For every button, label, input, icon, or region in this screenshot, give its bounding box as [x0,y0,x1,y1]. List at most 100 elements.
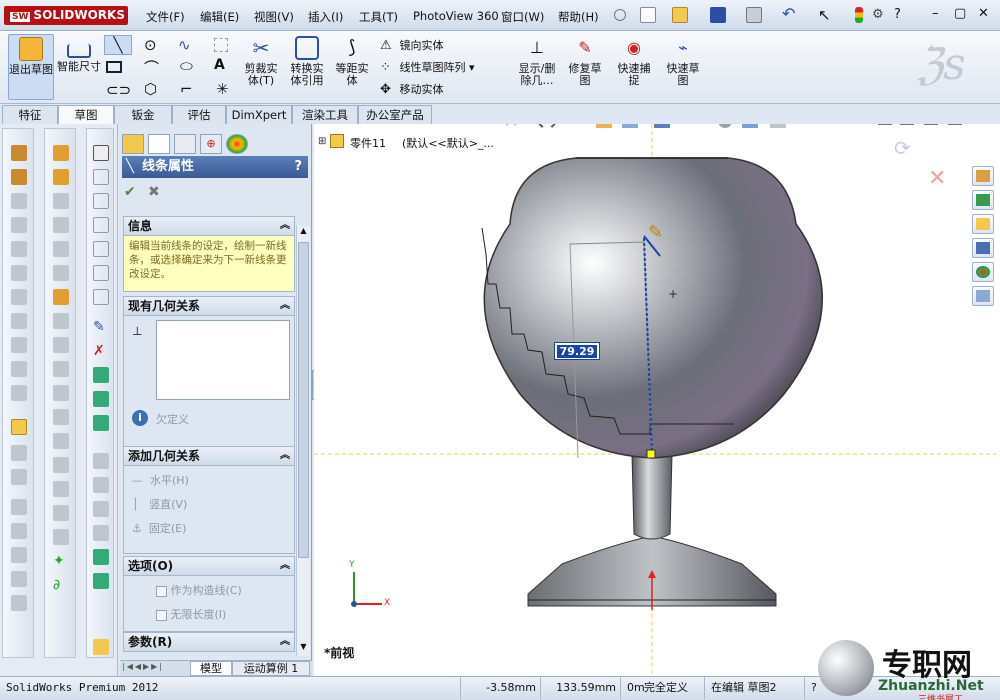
add-relation-icon[interactable]: ✦ [53,553,69,569]
box-3d-icon[interactable] [93,145,109,161]
tab-features[interactable]: 特征 [2,105,58,124]
save-block-icon[interactable] [93,415,109,431]
line-tool-icon[interactable]: ╲ [104,35,132,55]
move-entities-button[interactable]: ✥ 移动实体 [380,81,444,98]
solidworks-resources-icon[interactable] [972,166,994,186]
delete-face-icon[interactable] [53,433,69,449]
instant3d-icon[interactable] [11,469,27,485]
dome-icon[interactable] [11,499,27,515]
design-library-icon[interactable] [972,190,994,210]
graphics-area[interactable]: ✎ + ⊞ 零件11 (默认<<默认>_... ⤧ 🔍 🔎 👓 ✕ ⟳ ✕ 79… [314,124,1000,676]
menu-window[interactable]: 窗口(W) [501,9,544,25]
zoom-area-icon[interactable]: 🔍 [528,124,544,129]
quick-snaps-button[interactable]: ◉ 快速捕捉 [614,34,654,100]
model-canvas[interactable]: ✎ + [314,124,1000,676]
wrap-icon[interactable] [11,547,27,563]
filled-surface-icon[interactable] [53,265,69,281]
arc-tool-icon[interactable]: ⌒ [144,57,159,78]
tree-expand-icon[interactable]: ⊞ [318,136,326,147]
menu-help[interactable]: 帮助(H) [558,9,599,25]
ruled-surface-icon[interactable] [53,337,69,353]
split-line-icon[interactable] [93,217,109,233]
rebuild-icon[interactable] [855,7,863,23]
sketch-endpoint[interactable] [646,449,656,459]
solidworks-logo[interactable]: SW SOLIDWORKS [4,6,128,25]
existing-relations-header[interactable]: 现有几何关系 ︽ [123,296,295,316]
hide-show-icon[interactable]: 👓 [686,124,702,129]
fillet-tool-icon[interactable]: ⌐ [180,80,193,98]
rectangle-tool-icon[interactable] [106,61,122,73]
projected-curve-icon[interactable] [93,241,109,257]
repair-icon[interactable]: ✗ [93,343,109,359]
thicken-icon[interactable] [53,409,69,425]
indent-icon[interactable] [11,571,27,587]
rib-icon[interactable] [11,337,27,353]
spline-on-surface-icon[interactable]: ∂ [53,577,69,593]
planar-surface-icon[interactable] [53,289,69,305]
info-section-header[interactable]: 信息 ︽ [123,216,295,236]
polygon-tool-icon[interactable]: ⬡ [144,80,157,98]
tree-part-name[interactable]: 零件11 [350,135,386,151]
tab-render-tools[interactable]: 渲染工具 [292,105,358,124]
viewport-close-button[interactable]: ✕ [970,124,981,127]
trim-surface-icon[interactable] [53,361,69,377]
smart-dimension-button[interactable]: 智能尺寸 [56,34,102,100]
point-tool-icon[interactable]: ✳ [216,80,229,98]
help-button[interactable]: ? [894,7,901,22]
view-settings-icon[interactable] [770,124,786,128]
mirror-entities-button[interactable]: ⚠ 镜向实体 [380,37,444,54]
scroll-up-icon[interactable]: ▲ [297,226,310,240]
viewport-restore-button[interactable] [878,124,892,125]
fix-relation[interactable]: ⚓ 固定(E) [132,520,186,536]
minimize-button[interactable]: – [932,6,939,21]
grid-tool-icon[interactable] [214,38,228,52]
block-icon[interactable] [93,367,109,383]
cube-icon[interactable] [93,169,109,185]
swept-surface-icon[interactable] [53,193,69,209]
convert-entities-button[interactable]: 转换实体引用 [286,34,328,100]
exit-sketch-button[interactable]: 退出草图 [8,34,54,100]
helix-icon[interactable] [93,289,109,305]
circle-tool-icon[interactable]: ⊙ [144,36,157,54]
options-header[interactable]: 选项(O) ︽ [123,556,295,576]
chamfer-icon[interactable] [11,313,27,329]
horizontal-relation[interactable]: — 水平(H) [132,472,189,488]
viewport-maximize-button[interactable] [948,124,962,125]
help-icon[interactable]: ? [294,156,302,178]
goblet-stem[interactable] [631,453,673,540]
menu-view[interactable]: 视图(V) [254,9,294,25]
print-icon[interactable] [746,7,762,23]
wireframe-box-icon[interactable] [93,193,109,209]
rapid-sketch-button[interactable]: ⌁ 快速草图 [662,34,704,100]
trim-button[interactable]: ✂ 剪裁实体(T) [240,34,282,100]
slot-tool-icon[interactable]: ⊂⊃ [106,81,131,99]
offset-surface-icon[interactable] [53,313,69,329]
confirmation-corner-cancel-icon[interactable]: ✕ [928,166,946,191]
spline-tool-icon[interactable]: ∿ [178,36,191,54]
section-view-icon[interactable] [596,124,612,128]
cancel-button[interactable]: ✖ [148,184,160,200]
select-cursor-icon[interactable]: ↖ [818,7,834,23]
rotate-entities-icon[interactable] [93,477,109,493]
menu-photoview[interactable]: PhotoView 360 [413,9,499,23]
scale-entities-icon[interactable] [93,453,109,469]
flex-icon[interactable] [11,523,27,539]
menu-file[interactable]: 文件(F) [146,9,185,25]
dimxpert-manager-tab-icon[interactable]: ⊕ [200,134,222,154]
tab-dimxpert[interactable]: DimXpert [226,105,292,124]
copy-entities-icon[interactable] [93,501,109,517]
view-orientation-icon[interactable] [622,124,638,128]
menu-edit[interactable]: 编辑(E) [200,9,239,25]
tab-scroll-arrows[interactable]: |◀◀▶▶| [122,662,188,676]
curves-icon[interactable] [11,445,27,461]
sketch-pencil-icon[interactable]: ✎ [93,319,109,335]
insert-block-icon[interactable] [93,391,109,407]
extend-surface-icon[interactable] [53,481,69,497]
linear-pattern-button[interactable]: ⁘ 线性草图阵列 ▾ [380,59,475,76]
tab-office-products[interactable]: 办公室产品 [358,105,432,124]
zoom-to-fit-icon[interactable]: ⤧ [506,124,516,129]
goblet-bowl[interactable] [483,157,824,459]
make-block-icon[interactable] [93,549,109,565]
tab-motion-study[interactable]: 运动算例 1 [232,661,310,676]
add-relations-header[interactable]: 添加几何关系 ︽ [123,446,295,466]
